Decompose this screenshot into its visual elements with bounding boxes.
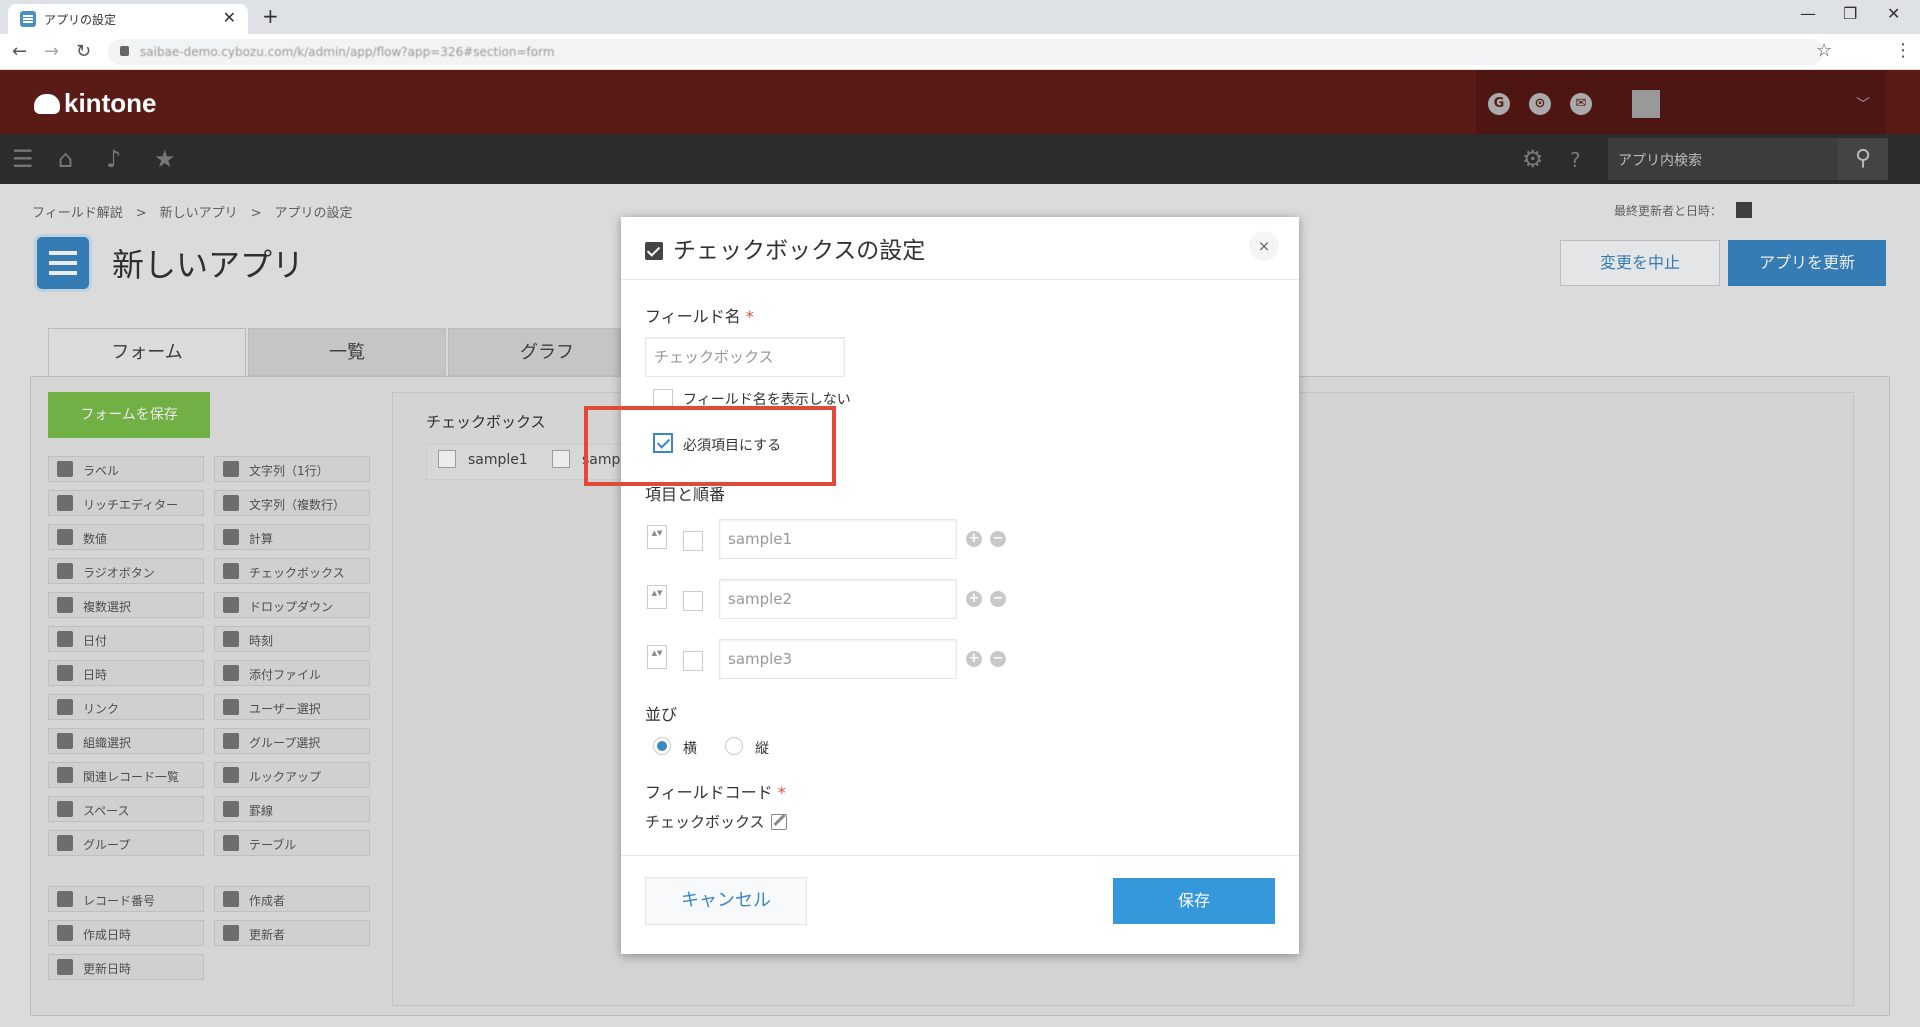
kintone-logo-icon [34,94,60,114]
layout-label: 並び [645,705,678,724]
edit-icon[interactable] [770,814,787,830]
layout-horizontal-label: 横 [683,741,697,757]
option-input[interactable]: sample2 [719,579,957,619]
dialog-footer: キャンセル 保存 [621,855,1299,954]
add-option-icon[interactable]: + [966,591,982,607]
tab-title: アプリの設定 [44,13,117,27]
lock-icon [120,46,129,56]
back-icon[interactable]: ← [12,41,27,62]
field-code-label: フィールドコード * [645,783,786,802]
option-input[interactable]: sample3 [719,639,957,679]
gear-icon[interactable]: ⚙ [1522,145,1544,173]
new-tab-icon[interactable]: + [262,4,279,28]
default-option-checkbox[interactable] [683,531,703,551]
search-icon[interactable]: ⚲ [1838,138,1888,180]
default-option-checkbox[interactable] [683,651,703,671]
remove-option-icon[interactable]: − [990,531,1006,547]
tab-close-icon[interactable]: ✕ [223,8,236,27]
minimize-icon[interactable]: — [1800,4,1816,23]
star-icon[interactable]: ★ [154,145,176,173]
default-option-checkbox[interactable] [683,591,703,611]
restore-icon[interactable]: ❐ [1843,4,1857,23]
reorder-handle[interactable]: ▲▼ [647,645,667,669]
checkbox-settings-dialog: チェックボックスの設定 × フィールド名 * チェックボックス フィールド名を表… [621,217,1299,954]
highlight-box [584,406,836,486]
checkbox-icon [645,242,663,260]
layout-vertical-radio[interactable] [725,737,743,755]
logo-text: kintone [64,88,157,118]
close-icon[interactable]: × [1249,231,1279,261]
url-text: saibae-demo.cybozu.com/k/admin/app/flow?… [140,45,555,59]
save-button[interactable]: 保存 [1113,878,1275,924]
field-name-input[interactable]: チェックボックス [645,337,845,377]
option-input[interactable]: sample1 [719,519,957,559]
help-icon[interactable]: ? [1570,148,1581,172]
reorder-handle[interactable]: ▲▼ [647,525,667,549]
window-close-icon[interactable]: ✕ [1887,4,1900,23]
reorder-handle[interactable]: ▲▼ [647,585,667,609]
mail-icon[interactable]: ✉ [1570,93,1592,115]
dialog-header: チェックボックスの設定 × [621,217,1299,280]
forward-icon[interactable]: → [44,41,59,62]
field-name-label: フィールド名 * [645,307,754,326]
bell-icon[interactable]: ♪ [106,145,121,173]
chevron-down-icon[interactable]: ﹀ [1856,94,1870,114]
bookmark-star-icon[interactable]: ☆ [1816,40,1832,61]
field-code-value: チェックボックス [645,811,787,832]
cancel-button[interactable]: キャンセル [645,877,807,925]
add-option-icon[interactable]: + [966,651,982,667]
home-icon[interactable]: ⌂ [58,145,73,173]
layout-vertical-label: 縦 [755,741,769,757]
browser-menu-icon[interactable]: ⋮ [1894,40,1912,61]
url-field[interactable]: saibae-demo.cybozu.com/k/admin/app/flow?… [108,39,1824,65]
reload-icon[interactable]: ↻ [76,41,91,62]
browser-tab[interactable]: アプリの設定 ✕ [8,4,248,34]
dialog-title: チェックボックスの設定 [645,231,925,265]
app-search-input[interactable]: アプリ内検索 [1608,138,1838,180]
app-favicon-icon [20,11,36,27]
remove-option-icon[interactable]: − [990,591,1006,607]
user-avatar[interactable] [1632,90,1660,118]
remove-option-icon[interactable]: − [990,651,1006,667]
menu-icon[interactable]: ☰ [12,145,34,173]
office-icon[interactable]: ⊙ [1529,93,1551,115]
garoon-icon[interactable]: G [1488,93,1510,115]
layout-horizontal-radio[interactable] [653,737,671,755]
add-option-icon[interactable]: + [966,531,982,547]
browser-tab-bar [0,0,1920,34]
kintone-logo[interactable]: kintone [34,88,156,119]
